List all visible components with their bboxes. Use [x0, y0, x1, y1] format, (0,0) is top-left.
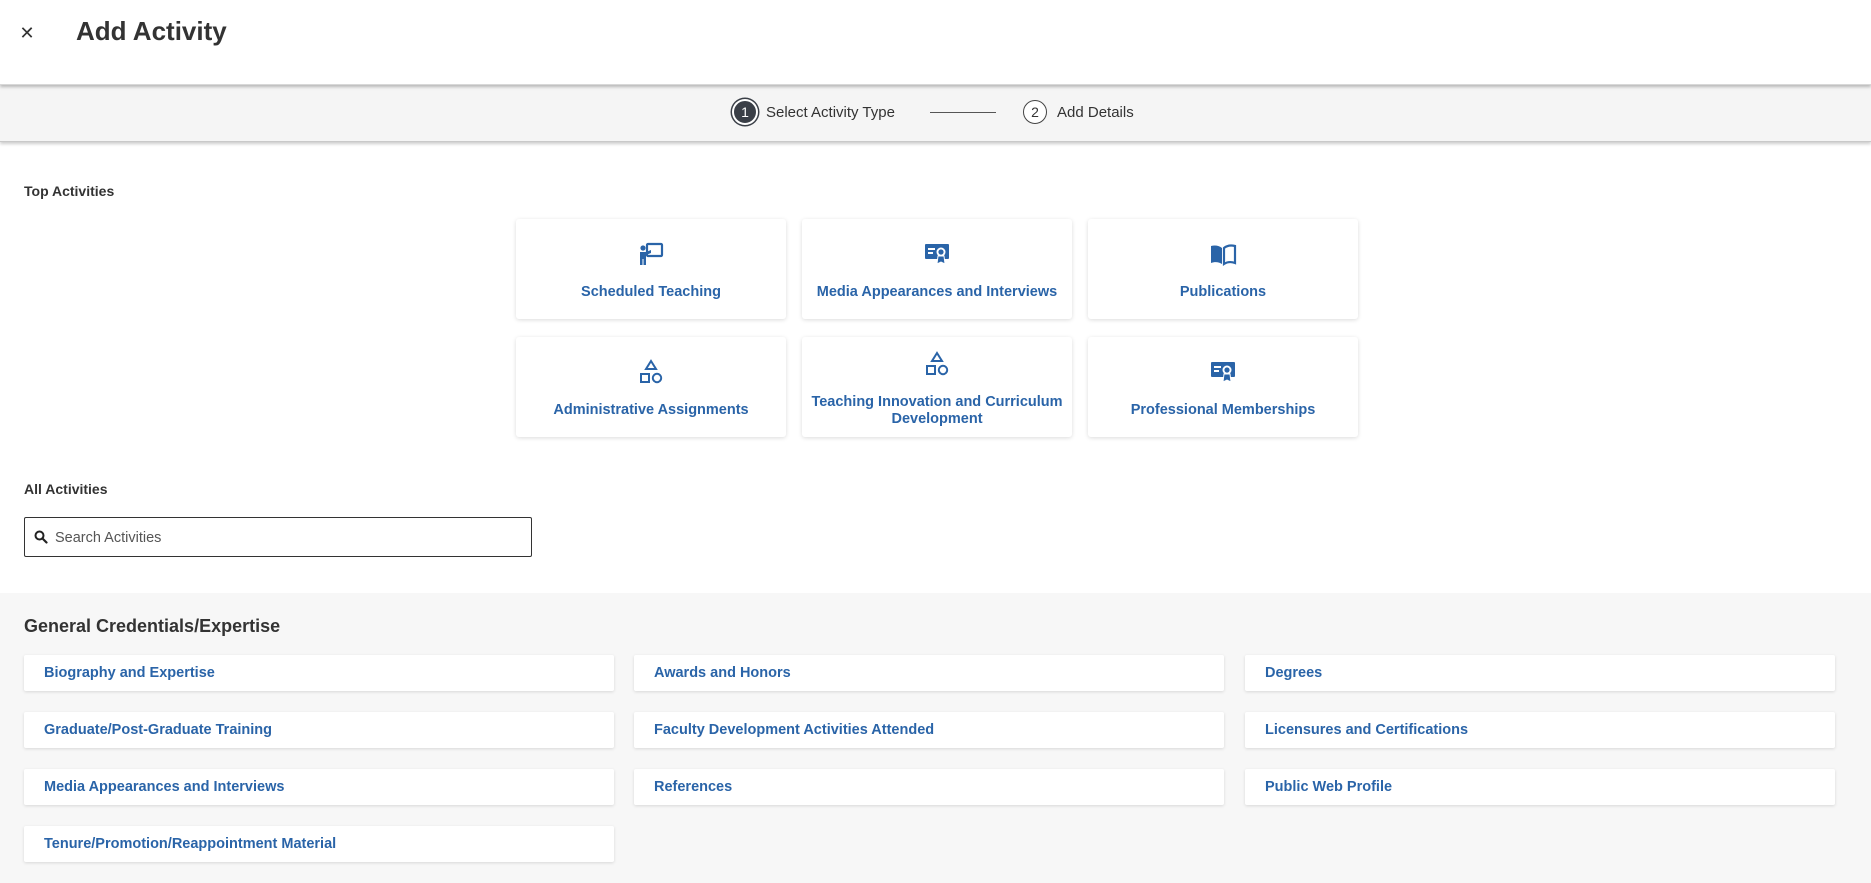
shapes-icon: [802, 351, 1072, 379]
top-activities-label: Top Activities: [24, 183, 115, 199]
activity-link-awards[interactable]: Awards and Honors: [634, 655, 1224, 691]
top-card-publications[interactable]: Publications: [1088, 219, 1358, 319]
open-book-icon: [1088, 241, 1358, 267]
activity-link-licensures[interactable]: Licensures and Certifications: [1245, 712, 1835, 748]
top-card-media-appearances[interactable]: Media Appearances and Interviews: [802, 219, 1072, 319]
top-card-administrative-assignments[interactable]: Administrative Assignments: [516, 337, 786, 437]
search-icon: [34, 530, 48, 549]
top-card-scheduled-teaching[interactable]: Scheduled Teaching: [516, 219, 786, 319]
step-number-2: 2: [1023, 100, 1047, 124]
card-label: Media Appearances and Interviews: [816, 284, 1058, 300]
card-label: Professional Memberships: [1130, 402, 1316, 418]
activity-link-label: Media Appearances and Interviews: [44, 779, 285, 795]
activity-link-label: Licensures and Certifications: [1265, 722, 1469, 738]
activity-link-label: Faculty Development Activities Attended: [654, 722, 935, 738]
certificate-icon: [1088, 359, 1358, 385]
card-label: Publications: [1179, 284, 1267, 300]
step-number-1: 1: [734, 101, 756, 123]
step-add-details: 2 Add Details: [1023, 98, 1134, 126]
search-box: [24, 517, 532, 557]
stepper: 1 Select Activity Type 2 Add Details: [0, 85, 1871, 142]
activity-link-label: References: [654, 779, 733, 795]
teaching-icon: [516, 241, 786, 267]
activity-link-label: Biography and Expertise: [44, 665, 215, 681]
activity-link-faculty-development[interactable]: Faculty Development Activities Attended: [634, 712, 1224, 748]
activity-link-public-web-profile[interactable]: Public Web Profile: [1245, 769, 1835, 805]
shapes-icon: [516, 359, 786, 387]
step-label-1: Select Activity Type: [766, 103, 895, 121]
activity-link-label: Tenure/Promotion/Reappointment Material: [44, 836, 337, 852]
activity-link-label: Degrees: [1265, 665, 1323, 681]
search-input[interactable]: [53, 519, 517, 557]
activity-link-label: Graduate/Post-Graduate Training: [44, 722, 273, 738]
activity-link-label: Awards and Honors: [654, 665, 791, 681]
top-card-teaching-innovation[interactable]: Teaching Innovation and Curriculum Devel…: [802, 337, 1072, 437]
card-label: Teaching Innovation and Curriculum Devel…: [811, 394, 1063, 427]
activity-link-label: Public Web Profile: [1265, 779, 1393, 795]
step-label-2: Add Details: [1057, 103, 1134, 121]
activity-link-references[interactable]: References: [634, 769, 1224, 805]
top-card-professional-memberships[interactable]: Professional Memberships: [1088, 337, 1358, 437]
card-label: Administrative Assignments: [553, 402, 749, 418]
modal-header: ✕ Add Activity: [0, 0, 1871, 85]
all-activities-label: All Activities: [24, 481, 108, 497]
step-connector: [930, 112, 996, 113]
card-label: Scheduled Teaching: [581, 284, 721, 300]
certificate-icon: [802, 241, 1072, 267]
page-title: Add Activity: [76, 16, 227, 46]
activity-link-biography[interactable]: Biography and Expertise: [24, 655, 614, 691]
activity-link-media-appearances[interactable]: Media Appearances and Interviews: [24, 769, 614, 805]
activity-link-degrees[interactable]: Degrees: [1245, 655, 1835, 691]
activity-link-graduate-training[interactable]: Graduate/Post-Graduate Training: [24, 712, 614, 748]
group-title: General Credentials/Expertise: [24, 616, 281, 636]
step-select-activity-type: 1 Select Activity Type: [734, 98, 895, 126]
activity-link-tenure-promotion[interactable]: Tenure/Promotion/Reappointment Material: [24, 826, 614, 862]
close-icon[interactable]: ✕: [17, 23, 37, 43]
